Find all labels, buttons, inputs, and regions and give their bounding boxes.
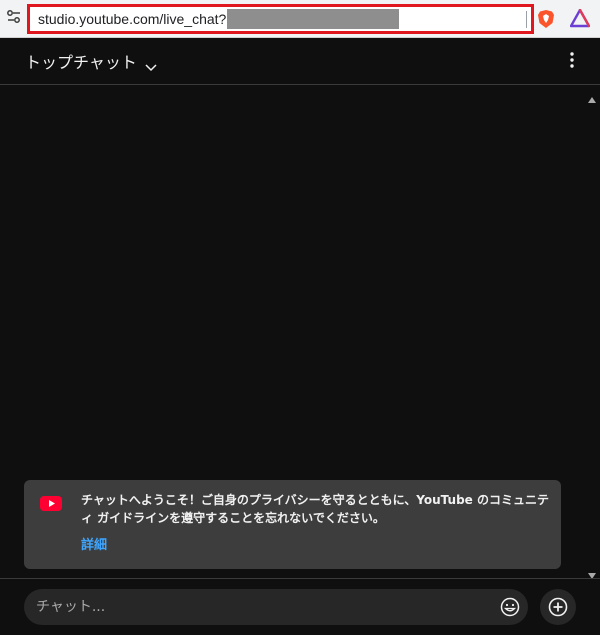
scroll-up-arrow-icon[interactable] — [587, 89, 597, 103]
url-field[interactable]: studio.youtube.com/live_chat? — [27, 4, 534, 34]
scroll-down-arrow-icon[interactable] — [587, 565, 597, 579]
chat-input-container[interactable] — [24, 589, 528, 625]
chat-header: トップチャット — [0, 38, 600, 85]
tune-icon[interactable] — [6, 9, 26, 29]
url-text: studio.youtube.com/live_chat? — [38, 11, 227, 27]
brave-rewards-icon[interactable] — [569, 8, 591, 28]
brave-shield-icon[interactable] — [537, 9, 555, 29]
url-redacted-region — [227, 9, 399, 29]
add-circle-icon — [548, 597, 568, 617]
add-button[interactable] — [540, 589, 576, 625]
welcome-banner: チャットへようこそ！ご自身のプライバシーを守るとともに、YouTube のコミュ… — [24, 480, 561, 569]
more-vert-icon[interactable] — [563, 50, 581, 70]
page-title: トップチャット — [25, 53, 137, 72]
welcome-message: チャットへようこそ！ご自身のプライバシーを守るとともに、YouTube のコミュ… — [81, 493, 549, 525]
chat-mode-dropdown[interactable]: トップチャット — [25, 49, 157, 73]
chat-messages-area[interactable]: チャットへようこそ！ご自身のプライバシーを守るとともに、YouTube のコミュ… — [0, 86, 600, 579]
chat-input-bar — [0, 578, 600, 635]
youtube-icon — [40, 496, 62, 511]
emoji-icon[interactable] — [500, 597, 520, 617]
url-divider — [526, 11, 527, 28]
chevron-down-icon — [145, 57, 157, 72]
browser-address-bar: studio.youtube.com/live_chat? — [0, 0, 600, 38]
learn-more-link[interactable]: 詳細 — [81, 534, 107, 553]
chat-input[interactable] — [36, 589, 486, 625]
